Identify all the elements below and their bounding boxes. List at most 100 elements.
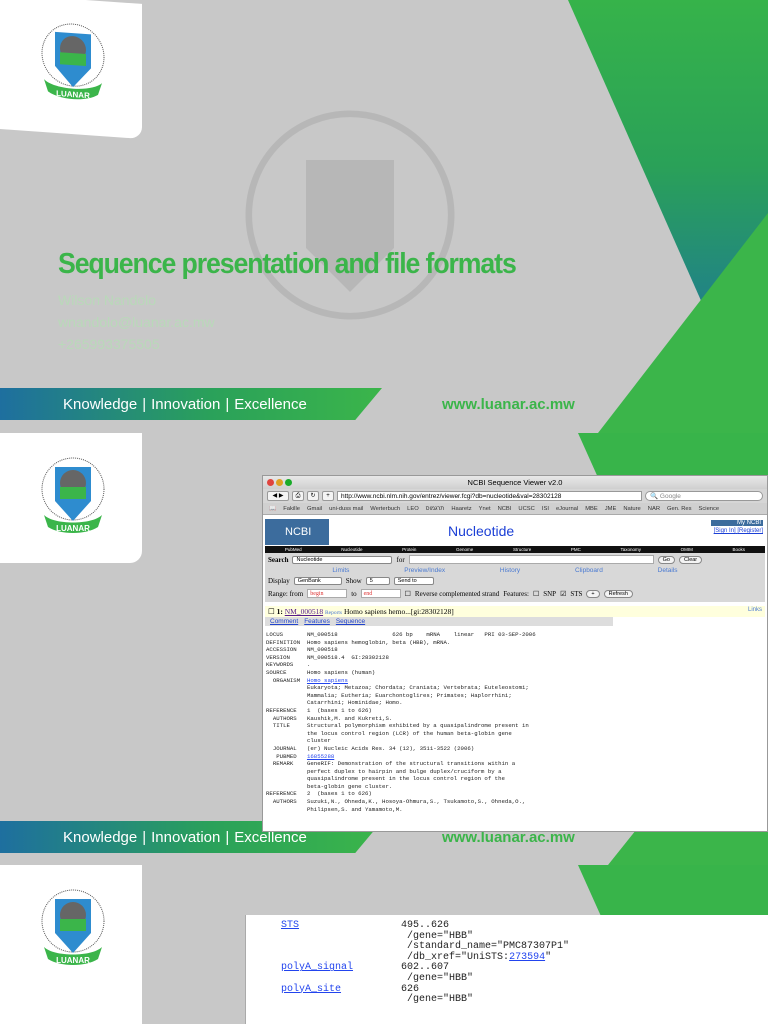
links-link[interactable]: Links: [748, 607, 762, 613]
tab-sequence[interactable]: Sequence: [336, 618, 365, 625]
feature-range: 602..607: [401, 962, 450, 974]
reload-icon[interactable]: ↻: [307, 491, 319, 501]
nav-item[interactable]: Protein: [402, 546, 416, 553]
to-label: to: [351, 589, 357, 598]
features-screenshot: STS 495..626 /gene="HBB" /standard_name=…: [245, 915, 768, 1024]
motto-excellence: Excellence: [234, 396, 307, 413]
motto-knowledge: Knowledge: [63, 396, 138, 413]
back-forward-icon[interactable]: ◀ ▶: [267, 491, 289, 501]
logo-panel: LUANAR: [0, 865, 142, 1024]
motto-knowledge: Knowledge: [63, 829, 138, 846]
tab-comment[interactable]: Comment: [270, 618, 298, 625]
svg-text:LUANAR: LUANAR: [56, 956, 90, 965]
accession-link[interactable]: NM_000518: [285, 607, 323, 616]
pubmed-link[interactable]: 16855288: [307, 753, 334, 760]
reports-link[interactable]: Reports: [325, 610, 342, 616]
motto-innovation: Innovation: [151, 396, 221, 413]
search-link[interactable]: Limits: [332, 567, 349, 574]
reverse-checkbox[interactable]: ☐: [405, 590, 411, 598]
display-label: Display: [268, 577, 290, 585]
print-icon[interactable]: ⎙: [292, 491, 304, 501]
send-to-select[interactable]: Send to: [393, 577, 434, 585]
go-button[interactable]: Go: [657, 555, 675, 564]
bookmark-item[interactable]: UCSC: [518, 503, 534, 514]
bookmark-item[interactable]: Fakille: [283, 503, 300, 514]
polya-signal-link[interactable]: polyA_signal: [281, 962, 353, 974]
tab-features[interactable]: Features: [304, 618, 330, 625]
bookmark-item[interactable]: eJournal: [556, 503, 578, 514]
bookmark-item[interactable]: Nature: [623, 503, 640, 514]
polya-site-link[interactable]: polyA_site: [281, 984, 341, 995]
bookmark-item[interactable]: Science: [699, 503, 720, 514]
minimize-button[interactable]: [276, 479, 283, 486]
snp-checkbox[interactable]: ☐: [533, 590, 539, 598]
bookmark-item[interactable]: NCBI: [498, 503, 512, 514]
bookmark-item[interactable]: JME: [605, 503, 617, 514]
nav-item[interactable]: Structure: [513, 546, 531, 553]
result-row: ☐ 1: NM_000518 Reports Homo sapiens hemo…: [265, 606, 765, 617]
search-link[interactable]: Details: [658, 567, 678, 574]
organism-link[interactable]: Homo sapiens: [307, 677, 348, 684]
separator: |: [142, 396, 147, 413]
search-field[interactable]: 🔍 Google: [645, 491, 763, 501]
record-text: REMARK GeneRIF: Demonstration of the str…: [266, 760, 526, 813]
nav-item[interactable]: Taxonomy: [620, 546, 641, 553]
nav-item[interactable]: OMIM: [681, 546, 693, 553]
range-to-input[interactable]: end: [360, 589, 401, 598]
for-label: for: [396, 555, 405, 564]
nav-item[interactable]: Nucleotide: [341, 546, 362, 553]
search-placeholder: Google: [659, 493, 681, 500]
title-slide: LUANAR Sequence presentation and file fo…: [0, 0, 768, 433]
author-phone: +265993375505: [58, 336, 160, 352]
bookmark-item[interactable]: Werterbuch: [370, 503, 400, 514]
sts-checkbox[interactable]: ☑: [560, 590, 566, 598]
motto-innovation: Innovation: [151, 829, 221, 846]
range-from-input[interactable]: begin: [307, 589, 348, 598]
bookmark-item[interactable]: NAR: [648, 503, 660, 514]
bookmark-item[interactable]: uni-duss mail: [329, 503, 363, 514]
plus-button[interactable]: +: [586, 589, 600, 598]
nav-item[interactable]: Books: [733, 546, 746, 553]
footer-url[interactable]: www.luanar.ac.mw: [442, 396, 575, 413]
nav-item[interactable]: PubMed: [285, 546, 302, 553]
bookmark-item[interactable]: Haaretz: [451, 503, 471, 514]
nav-item[interactable]: PMC: [571, 546, 581, 553]
sign-in-link[interactable]: [Sign In]: [714, 528, 736, 534]
my-ncbi-link[interactable]: My NCBI: [711, 520, 763, 526]
logo-panel: LUANAR: [0, 0, 142, 139]
bookmark-item[interactable]: Ynet: [479, 503, 491, 514]
show-label: Show: [345, 577, 362, 585]
logo-panel: LUANAR: [0, 433, 142, 563]
search-link[interactable]: Clipboard: [575, 567, 603, 574]
clear-button[interactable]: Clear: [679, 555, 703, 564]
bookmark-item[interactable]: MBE: [585, 503, 598, 514]
bookmarks-icon[interactable]: 📖: [269, 503, 276, 514]
bookmark-item[interactable]: תרגמוס: [426, 503, 445, 514]
sts-link[interactable]: STS: [281, 920, 299, 931]
bookmark-item[interactable]: Gmail: [307, 503, 322, 514]
database-select[interactable]: Nucleotide: [292, 555, 393, 564]
qualifier: /gene="HBB": [407, 972, 474, 984]
separator: |: [225, 396, 230, 413]
close-button[interactable]: [267, 479, 274, 486]
search-link[interactable]: Preview/Index: [404, 567, 445, 574]
zoom-button[interactable]: [285, 479, 292, 486]
record-text: Eukaryota; Metazoa; Chordata; Craniata; …: [266, 684, 529, 760]
window-title: NCBI Sequence Viewer v2.0: [467, 478, 563, 487]
register-link[interactable]: [Register]: [737, 528, 763, 534]
add-bookmark-icon[interactable]: +: [322, 491, 334, 501]
address-bar[interactable]: http://www.ncbi.nlm.nih.gov/entrez/viewe…: [337, 491, 642, 501]
bookmark-item[interactable]: LEO: [407, 503, 419, 514]
ncbi-logo[interactable]: NCBI: [265, 519, 329, 545]
show-select[interactable]: 5: [365, 577, 390, 585]
bookmark-item[interactable]: Gen. Res: [667, 503, 692, 514]
unists-link[interactable]: 273594: [509, 952, 545, 963]
search-link[interactable]: History: [500, 567, 520, 574]
bookmark-item[interactable]: ISI: [542, 503, 549, 514]
watermark-logo: [245, 110, 455, 320]
display-select[interactable]: GenBank: [293, 577, 342, 585]
nav-item[interactable]: Genome: [456, 546, 473, 553]
qualifier: /gene="HBB": [407, 930, 474, 942]
refresh-button[interactable]: Refresh: [603, 589, 633, 598]
search-term-input[interactable]: [408, 555, 654, 564]
